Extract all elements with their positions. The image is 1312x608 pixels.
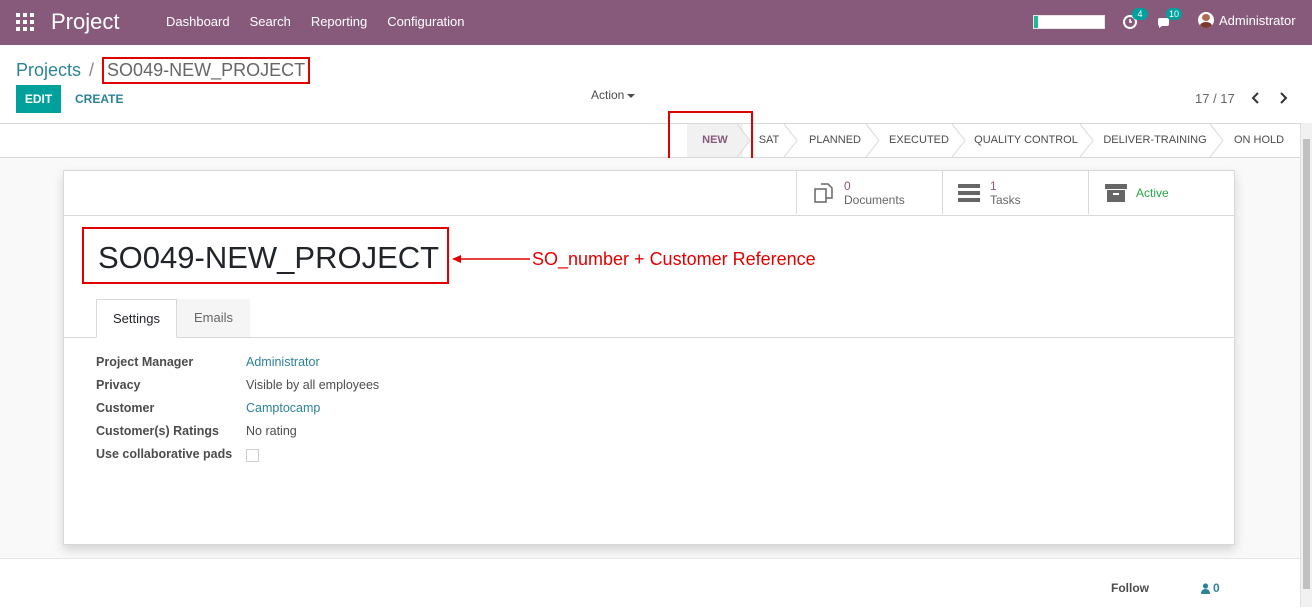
user-menu[interactable]: Administrator — [1198, 12, 1296, 28]
action-label: Action — [591, 88, 625, 102]
edit-button[interactable]: EDIT — [16, 85, 61, 113]
documents-label: Documents — [844, 193, 905, 207]
follow-button[interactable]: Follow — [1111, 581, 1149, 595]
onboarding-progress-bar[interactable] — [1033, 15, 1105, 29]
top-navbar: Project Dashboard Search Reporting Confi… — [0, 0, 1312, 45]
documents-icon — [814, 183, 833, 203]
customer-value[interactable]: Camptocamp — [246, 401, 320, 415]
tasks-label: Tasks — [990, 193, 1021, 207]
form-sheet: 0 Documents 1 Tasks Active SO049-NEW_PRO… — [63, 170, 1235, 545]
user-avatar — [1198, 12, 1214, 28]
tab-settings[interactable]: Settings — [96, 299, 177, 338]
archive-box-icon — [1105, 184, 1127, 202]
menu-item-reporting[interactable]: Reporting — [311, 14, 367, 29]
followers-button[interactable]: 0 — [1201, 581, 1220, 595]
caret-down-icon — [627, 93, 636, 98]
breadcrumb-separator: / — [89, 60, 95, 80]
tasks-list-icon — [958, 184, 980, 202]
title-highlight-box: SO049-NEW_PROJECT — [82, 227, 449, 284]
documents-count: 0 — [844, 179, 851, 193]
ratings-value: No rating — [246, 424, 297, 438]
activity-clock-icon[interactable]: 4 — [1122, 8, 1148, 30]
menu-item-search[interactable]: Search — [250, 14, 291, 29]
documents-smart-button[interactable]: 0 Documents — [796, 171, 943, 214]
tasks-count: 1 — [990, 179, 997, 193]
app-title[interactable]: Project — [51, 9, 119, 35]
activity-count-badge: 4 — [1132, 8, 1148, 20]
create-button[interactable]: CREATE — [75, 92, 123, 106]
breadcrumb-current: SO049-NEW_PROJECT — [102, 57, 311, 84]
followers-count: 0 — [1213, 581, 1220, 595]
menu-item-dashboard[interactable]: Dashboard — [166, 14, 230, 29]
chevron-left-icon — [1251, 92, 1259, 104]
pager-previous-button[interactable] — [1249, 90, 1263, 106]
apps-grid-icon[interactable] — [16, 13, 34, 31]
tabs-divider — [64, 337, 1234, 338]
stage-arrows — [736, 124, 1224, 157]
vertical-scrollbar[interactable] — [1300, 123, 1312, 607]
pager-next-button[interactable] — [1276, 90, 1290, 106]
project-manager-value[interactable]: Administrator — [246, 355, 320, 369]
tasks-smart-button[interactable]: 1 Tasks — [942, 171, 1089, 214]
messages-icon[interactable]: 10 — [1156, 8, 1182, 30]
tab-emails[interactable]: Emails — [177, 299, 250, 337]
user-name: Administrator — [1219, 12, 1296, 28]
chevron-right-icon — [1280, 92, 1288, 104]
privacy-value: Visible by all employees — [246, 378, 380, 392]
chatter-bar: Follow 0 — [0, 558, 1300, 608]
annotation-text: SO_number + Customer Reference — [532, 249, 816, 269]
customer-label: Customer — [96, 401, 155, 415]
active-toggle-button[interactable]: Active — [1088, 171, 1235, 214]
action-dropdown[interactable]: Action — [591, 88, 636, 102]
user-icon — [1201, 582, 1210, 594]
active-label: Active — [1136, 186, 1169, 200]
ratings-label: Customer(s) Ratings — [96, 424, 219, 438]
smart-button-box: 0 Documents 1 Tasks Active — [64, 171, 1234, 216]
scrollbar-thumb[interactable] — [1303, 139, 1310, 589]
collaborative-pads-label: Use collaborative pads — [96, 447, 233, 461]
project-manager-label: Project Manager — [96, 355, 194, 369]
project-name: SO049-NEW_PROJECT — [98, 240, 440, 275]
main-menu: Dashboard Search Reporting Configuration — [166, 14, 465, 29]
progress-fill — [1034, 16, 1038, 28]
annotation-arrow — [452, 255, 530, 263]
menu-item-configuration[interactable]: Configuration — [387, 14, 464, 29]
pager-value[interactable]: 17 / 17 — [1195, 91, 1235, 106]
breadcrumb-projects[interactable]: Projects — [16, 60, 81, 81]
breadcrumb: Projects / SO049-NEW_PROJECT — [16, 57, 311, 84]
messages-count-badge: 10 — [1166, 8, 1182, 20]
privacy-label: Privacy — [96, 378, 141, 392]
stage-statusbar: NEW SAT PLANNED EXECUTED QUALITY CONTROL… — [0, 123, 1312, 158]
collaborative-pads-checkbox[interactable] — [246, 449, 259, 462]
